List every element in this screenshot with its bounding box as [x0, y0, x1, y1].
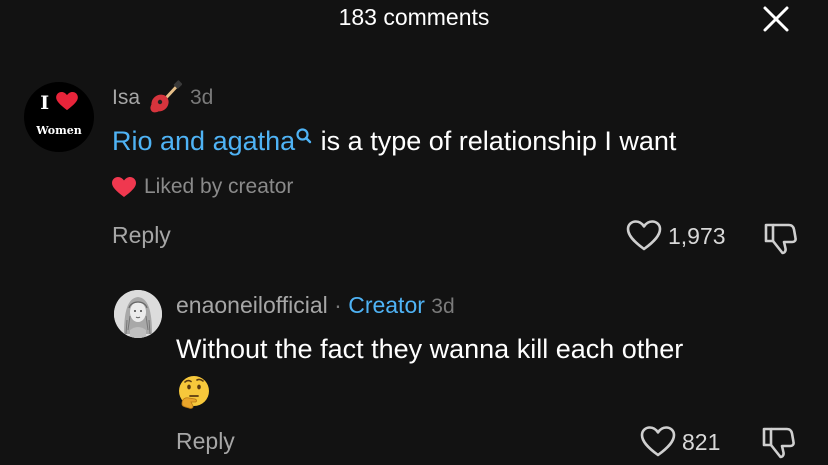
dislike-icon [764, 223, 797, 255]
reply-header: enaoneilofficial · Creator 3d [176, 292, 455, 319]
heart-outline-icon [640, 426, 676, 457]
reply-avatar[interactable] [114, 290, 162, 338]
comment-body: is a type of relationship I want [320, 126, 677, 156]
thinking-face-emoji-icon [179, 376, 209, 409]
liked-by-creator: Liked by creator [112, 174, 293, 200]
comment-text: Rio and agatha is a type of relationship… [112, 126, 676, 157]
avatar-women-text: Women [36, 124, 82, 137]
portrait-sketch-image [114, 290, 162, 338]
guitar-emoji-icon [150, 80, 182, 113]
reply-text: Without the fact they wanna kill each ot… [176, 334, 684, 364]
reply-button[interactable]: Reply [112, 222, 171, 249]
reply-dislike-button[interactable] [760, 424, 796, 465]
separator-dot: · [334, 292, 342, 318]
close-icon [763, 6, 789, 32]
close-button[interactable] [760, 3, 792, 35]
creator-badge: Creator [348, 292, 425, 318]
comment-timestamp: 3d [190, 86, 214, 109]
reply-to-reply-button[interactable]: Reply [176, 428, 235, 455]
liked-by-label: Liked by creator [144, 175, 294, 198]
comment-username[interactable]: Isa [112, 86, 140, 110]
reply-like-button[interactable]: 821 [640, 426, 720, 458]
avatar-i-love-text: I [24, 92, 94, 114]
like-button[interactable]: 1,973 [626, 220, 726, 252]
dislike-icon [762, 427, 795, 459]
heart-icon [112, 176, 136, 197]
heart-icon [55, 92, 78, 111]
avatar[interactable]: I Women [24, 82, 94, 152]
search-icon [296, 128, 312, 144]
heart-outline-icon [626, 220, 662, 251]
reply-like-count: 821 [682, 428, 721, 455]
reply-timestamp: 3d [431, 295, 455, 318]
mention-link[interactable]: Rio and agatha [112, 126, 313, 156]
reply-username[interactable]: enaoneilofficial [176, 292, 328, 318]
dislike-button[interactable] [762, 220, 798, 261]
like-count: 1,973 [668, 222, 726, 249]
comments-count-title: 183 comments [338, 4, 490, 30]
